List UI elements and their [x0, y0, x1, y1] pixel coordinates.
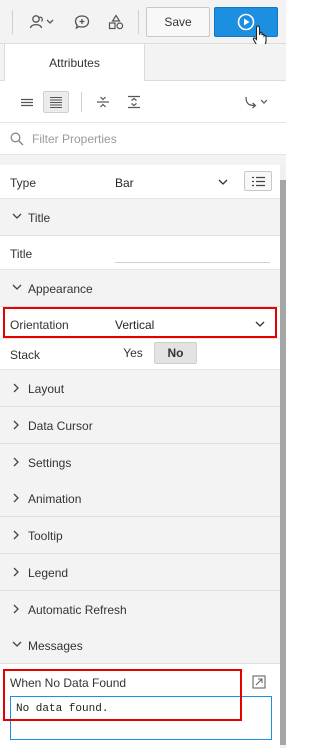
chevron-right-icon: [13, 457, 19, 467]
section-appearance[interactable]: Appearance: [0, 270, 280, 307]
expand-all-icon[interactable]: [121, 91, 147, 113]
section-data-cursor-label: Data Cursor: [28, 419, 93, 433]
section-title[interactable]: Title: [0, 199, 280, 236]
orientation-value: Vertical: [115, 318, 155, 332]
list-of-values-button[interactable]: [244, 171, 272, 191]
section-settings[interactable]: Settings: [0, 444, 280, 481]
chevron-down-icon: [12, 641, 22, 647]
chevron-down-icon: [255, 321, 265, 327]
section-layout[interactable]: Layout: [0, 370, 280, 407]
stack-yes-option[interactable]: Yes: [116, 342, 150, 364]
section-animation[interactable]: Animation: [0, 480, 280, 517]
type-value: Bar: [115, 176, 134, 190]
section-messages-label: Messages: [28, 639, 83, 653]
scrollbar-thumb[interactable]: [280, 180, 286, 745]
section-layout-label: Layout: [28, 382, 65, 396]
section-appearance-label: Appearance: [28, 282, 93, 296]
section-automatic-refresh[interactable]: Automatic Refresh: [0, 591, 280, 628]
stack-label: Stack: [10, 348, 41, 362]
panel-gap: [0, 155, 286, 165]
chevron-right-icon: [13, 420, 19, 430]
no-data-found-textarea[interactable]: No data found.: [10, 696, 272, 740]
compact-view-icon[interactable]: [14, 91, 40, 113]
chevron-down-icon: [218, 179, 228, 185]
type-label: Type: [10, 176, 37, 190]
no-data-label: When No Data Found: [10, 676, 127, 690]
go-to-group-icon[interactable]: [240, 91, 274, 113]
list-icon: [252, 176, 265, 187]
chevron-right-icon: [13, 604, 19, 614]
title-field-underline: [115, 262, 270, 263]
section-animation-label: Animation: [28, 492, 82, 506]
section-title-label: Title: [28, 211, 51, 225]
type-row: Type Bar: [0, 165, 280, 199]
shared-components-icon[interactable]: [28, 12, 56, 32]
chevron-right-icon: [13, 567, 19, 577]
section-data-cursor[interactable]: Data Cursor: [0, 407, 280, 444]
section-tooltip-label: Tooltip: [28, 529, 63, 543]
section-automatic-refresh-label: Automatic Refresh: [28, 603, 127, 617]
chevron-right-icon: [13, 383, 19, 393]
toolbar: Save: [0, 0, 286, 47]
stack-no-option[interactable]: No: [154, 342, 197, 364]
expand-editor-icon[interactable]: [252, 675, 266, 689]
expanded-view-icon[interactable]: [43, 91, 69, 113]
comments-icon[interactable]: [72, 12, 92, 32]
collapse-all-icon[interactable]: [90, 91, 116, 113]
filter-bar: [0, 123, 286, 155]
orientation-label: Orientation: [10, 318, 69, 332]
title-row: Title: [0, 236, 280, 270]
chevron-right-icon: [13, 530, 19, 540]
tab-attributes[interactable]: Attributes: [4, 44, 145, 82]
section-messages[interactable]: Messages: [0, 627, 280, 664]
view-toolbar: [0, 81, 286, 123]
view-divider: [81, 92, 82, 112]
section-tooltip[interactable]: Tooltip: [0, 517, 280, 554]
orientation-select[interactable]: Vertical: [115, 311, 270, 335]
toolbar-divider: [12, 10, 13, 34]
toolbar-divider: [138, 10, 139, 34]
search-icon: [10, 132, 24, 146]
section-legend[interactable]: Legend: [0, 554, 280, 591]
chevron-right-icon: [13, 493, 19, 503]
filter-properties-input[interactable]: [30, 129, 270, 149]
shapes-icon[interactable]: [106, 12, 126, 32]
tab-strip: Attributes: [0, 44, 286, 82]
section-settings-label: Settings: [28, 456, 72, 470]
type-select[interactable]: Bar: [115, 170, 235, 194]
section-legend-label: Legend: [28, 566, 69, 580]
chevron-down-icon: [12, 284, 22, 290]
title-field-label: Title: [10, 247, 33, 261]
orientation-row: Orientation Vertical: [0, 307, 280, 339]
save-button[interactable]: Save: [146, 7, 210, 37]
chevron-down-icon: [12, 213, 22, 219]
